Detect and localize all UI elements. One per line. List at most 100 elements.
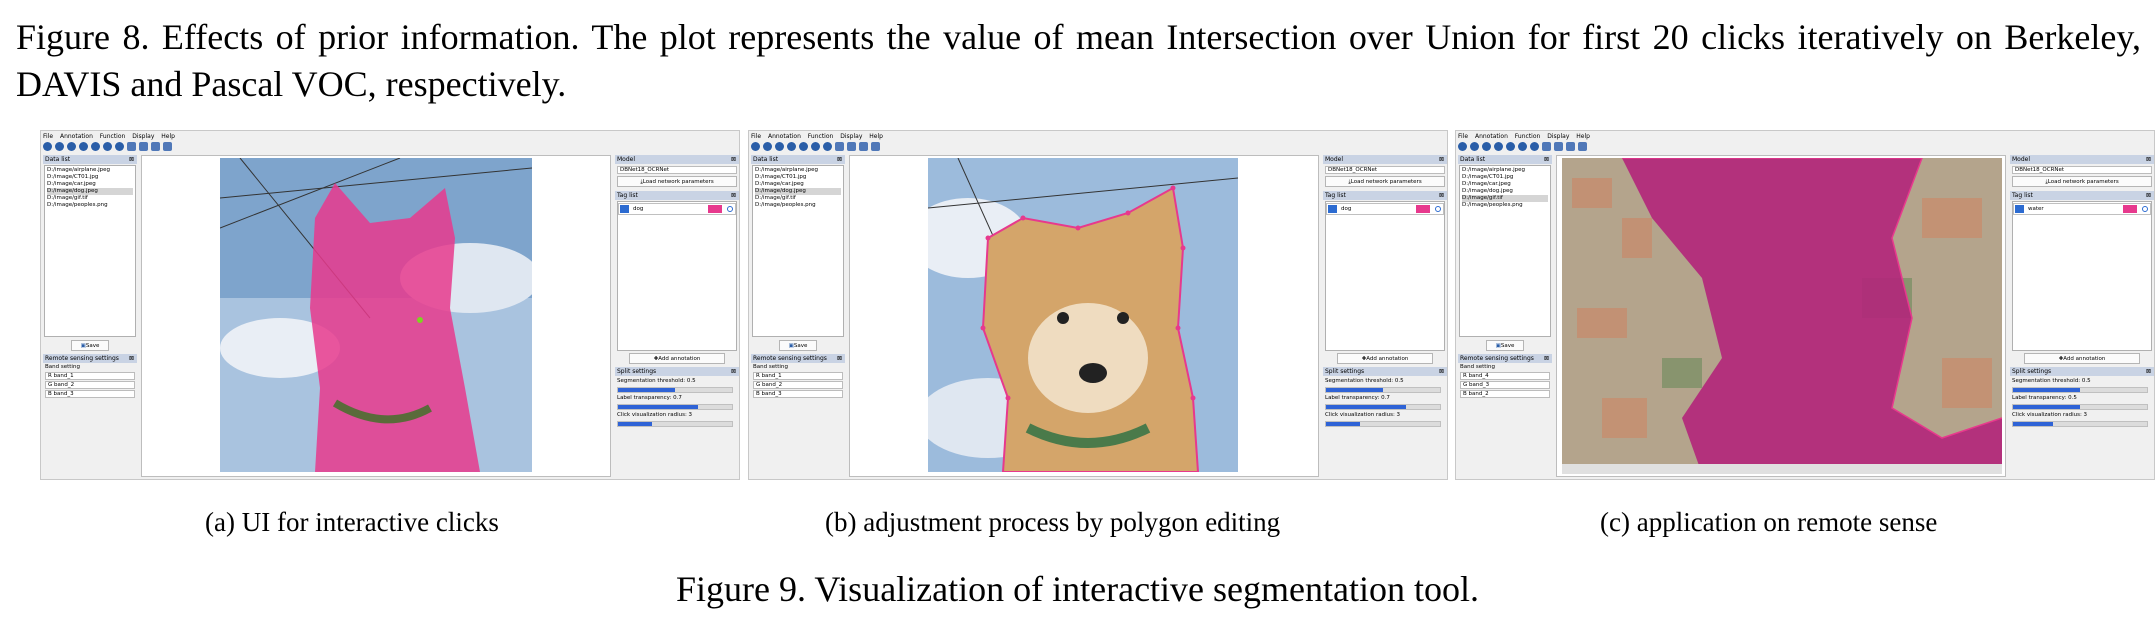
dock-pin-icon[interactable]: ⊠ xyxy=(1439,191,1444,200)
tag-select-radio[interactable] xyxy=(727,206,733,212)
band-r-select[interactable]: R band_1 xyxy=(753,372,843,380)
undo-icon[interactable] xyxy=(1518,142,1527,151)
list-item[interactable]: D:/image/car.jpeg xyxy=(1462,181,1548,188)
tag-color-swatch[interactable] xyxy=(708,205,722,213)
add-annotation-button[interactable]: ✚Add annotation xyxy=(1337,353,1433,364)
list-item[interactable]: D:/image/car.jpeg xyxy=(47,181,133,188)
menu-annotation[interactable]: Annotation xyxy=(768,133,801,140)
dock-pin-icon[interactable]: ⊠ xyxy=(1439,155,1444,164)
settings-icon[interactable] xyxy=(871,142,880,151)
menu-help[interactable]: Help xyxy=(869,133,883,140)
list-item[interactable]: D:/image/CT01.jpg xyxy=(1462,174,1548,181)
dock-pin-icon[interactable]: ⊠ xyxy=(731,155,736,164)
save-icon[interactable] xyxy=(1542,142,1551,151)
open-image-icon[interactable] xyxy=(751,142,760,151)
polygon-icon[interactable] xyxy=(1554,142,1563,151)
transparency-slider[interactable] xyxy=(2012,404,2148,410)
radius-slider[interactable] xyxy=(1325,421,1441,427)
dock-pin-icon[interactable]: ⊠ xyxy=(731,191,736,200)
dock-pin-icon[interactable]: ⊠ xyxy=(129,354,134,363)
dock-pin-icon[interactable]: ⊠ xyxy=(837,354,842,363)
list-item[interactable]: D:/image/airplane.jpeg xyxy=(1462,167,1548,174)
threshold-slider[interactable] xyxy=(1325,387,1441,393)
previous-icon[interactable] xyxy=(775,142,784,151)
save-icon[interactable] xyxy=(127,142,136,151)
model-select[interactable]: DBNet18_OCRNet xyxy=(617,166,737,174)
click-icon[interactable] xyxy=(859,142,868,151)
list-item[interactable]: D:/image/dog.jpeg xyxy=(1462,188,1548,195)
dock-pin-icon[interactable]: ⊠ xyxy=(129,155,134,164)
list-item[interactable]: D:/image/peoples.png xyxy=(47,202,133,209)
transparency-slider[interactable] xyxy=(1325,404,1441,410)
band-b-select[interactable]: B band_3 xyxy=(753,390,843,398)
list-item[interactable]: D:/image/dog.jpeg xyxy=(755,188,841,195)
next-icon[interactable] xyxy=(787,142,796,151)
band-g-select[interactable]: G band_3 xyxy=(1460,381,1550,389)
radius-slider[interactable] xyxy=(2012,421,2148,427)
list-item[interactable]: D:/image/dog.jpeg xyxy=(47,188,133,195)
redo-icon[interactable] xyxy=(823,142,832,151)
tag-color-swatch[interactable] xyxy=(2123,205,2137,213)
list-item[interactable]: D:/image/peoples.png xyxy=(1462,202,1548,209)
menu-function[interactable]: Function xyxy=(1515,133,1541,140)
band-r-select[interactable]: R band_4 xyxy=(1460,372,1550,380)
menu-file[interactable]: File xyxy=(751,133,761,140)
tag-select-radio[interactable] xyxy=(1435,206,1441,212)
open-folder-icon[interactable] xyxy=(1470,142,1479,151)
threshold-slider[interactable] xyxy=(2012,387,2148,393)
dock-pin-icon[interactable]: ⊠ xyxy=(1439,367,1444,376)
load-params-button[interactable]: ⤓Load network parameters xyxy=(2012,176,2152,187)
list-item[interactable]: D:/image/airplane.jpeg xyxy=(755,167,841,174)
save-button[interactable]: ▣Save xyxy=(779,340,817,351)
transparency-slider[interactable] xyxy=(617,404,733,410)
threshold-slider[interactable] xyxy=(617,387,733,393)
tag-select-radio[interactable] xyxy=(2142,206,2148,212)
image-canvas[interactable] xyxy=(141,155,611,477)
save-button[interactable]: ▣Save xyxy=(1486,340,1524,351)
add-annotation-button[interactable]: ✚Add annotation xyxy=(2024,353,2140,364)
band-r-select[interactable]: R band_1 xyxy=(45,372,135,380)
menu-file[interactable]: File xyxy=(43,133,53,140)
list-item[interactable]: D:/image/gif.tif xyxy=(47,195,133,202)
dock-pin-icon[interactable]: ⊠ xyxy=(2146,155,2151,164)
add-annotation-button[interactable]: ✚Add annotation xyxy=(629,353,725,364)
finish-icon[interactable] xyxy=(91,142,100,151)
list-item[interactable]: D:/image/airplane.jpeg xyxy=(47,167,133,174)
band-g-select[interactable]: G band_2 xyxy=(753,381,843,389)
dock-pin-icon[interactable]: ⊠ xyxy=(731,367,736,376)
list-item[interactable]: D:/image/CT01.jpg xyxy=(47,174,133,181)
dock-pin-icon[interactable]: ⊠ xyxy=(2146,191,2151,200)
menu-display[interactable]: Display xyxy=(132,133,154,140)
menu-help[interactable]: Help xyxy=(161,133,175,140)
redo-icon[interactable] xyxy=(1530,142,1539,151)
menu-function[interactable]: Function xyxy=(808,133,834,140)
menu-function[interactable]: Function xyxy=(100,133,126,140)
model-select[interactable]: DBNet18_OCRNet xyxy=(2012,166,2152,174)
undo-icon[interactable] xyxy=(103,142,112,151)
open-folder-icon[interactable] xyxy=(55,142,64,151)
settings-icon[interactable] xyxy=(1578,142,1587,151)
menu-file[interactable]: File xyxy=(1458,133,1468,140)
redo-icon[interactable] xyxy=(115,142,124,151)
open-image-icon[interactable] xyxy=(43,142,52,151)
next-icon[interactable] xyxy=(79,142,88,151)
load-params-button[interactable]: ⤓Load network parameters xyxy=(617,176,737,187)
save-button[interactable]: ▣Save xyxy=(71,340,109,351)
previous-icon[interactable] xyxy=(1482,142,1491,151)
list-item[interactable]: D:/image/car.jpeg xyxy=(755,181,841,188)
band-b-select[interactable]: B band_3 xyxy=(45,390,135,398)
list-item[interactable]: D:/image/gif.tif xyxy=(1462,195,1548,202)
tag-color-swatch[interactable] xyxy=(1416,205,1430,213)
polygon-icon[interactable] xyxy=(139,142,148,151)
load-params-button[interactable]: ⤓Load network parameters xyxy=(1325,176,1445,187)
menu-help[interactable]: Help xyxy=(1576,133,1590,140)
dock-pin-icon[interactable]: ⊠ xyxy=(1544,155,1549,164)
open-folder-icon[interactable] xyxy=(763,142,772,151)
finish-icon[interactable] xyxy=(1506,142,1515,151)
polygon-icon[interactable] xyxy=(847,142,856,151)
dock-pin-icon[interactable]: ⊠ xyxy=(1544,354,1549,363)
next-icon[interactable] xyxy=(1494,142,1503,151)
image-canvas[interactable] xyxy=(1556,155,2006,477)
previous-icon[interactable] xyxy=(67,142,76,151)
tag-row[interactable]: water xyxy=(2013,203,2151,215)
